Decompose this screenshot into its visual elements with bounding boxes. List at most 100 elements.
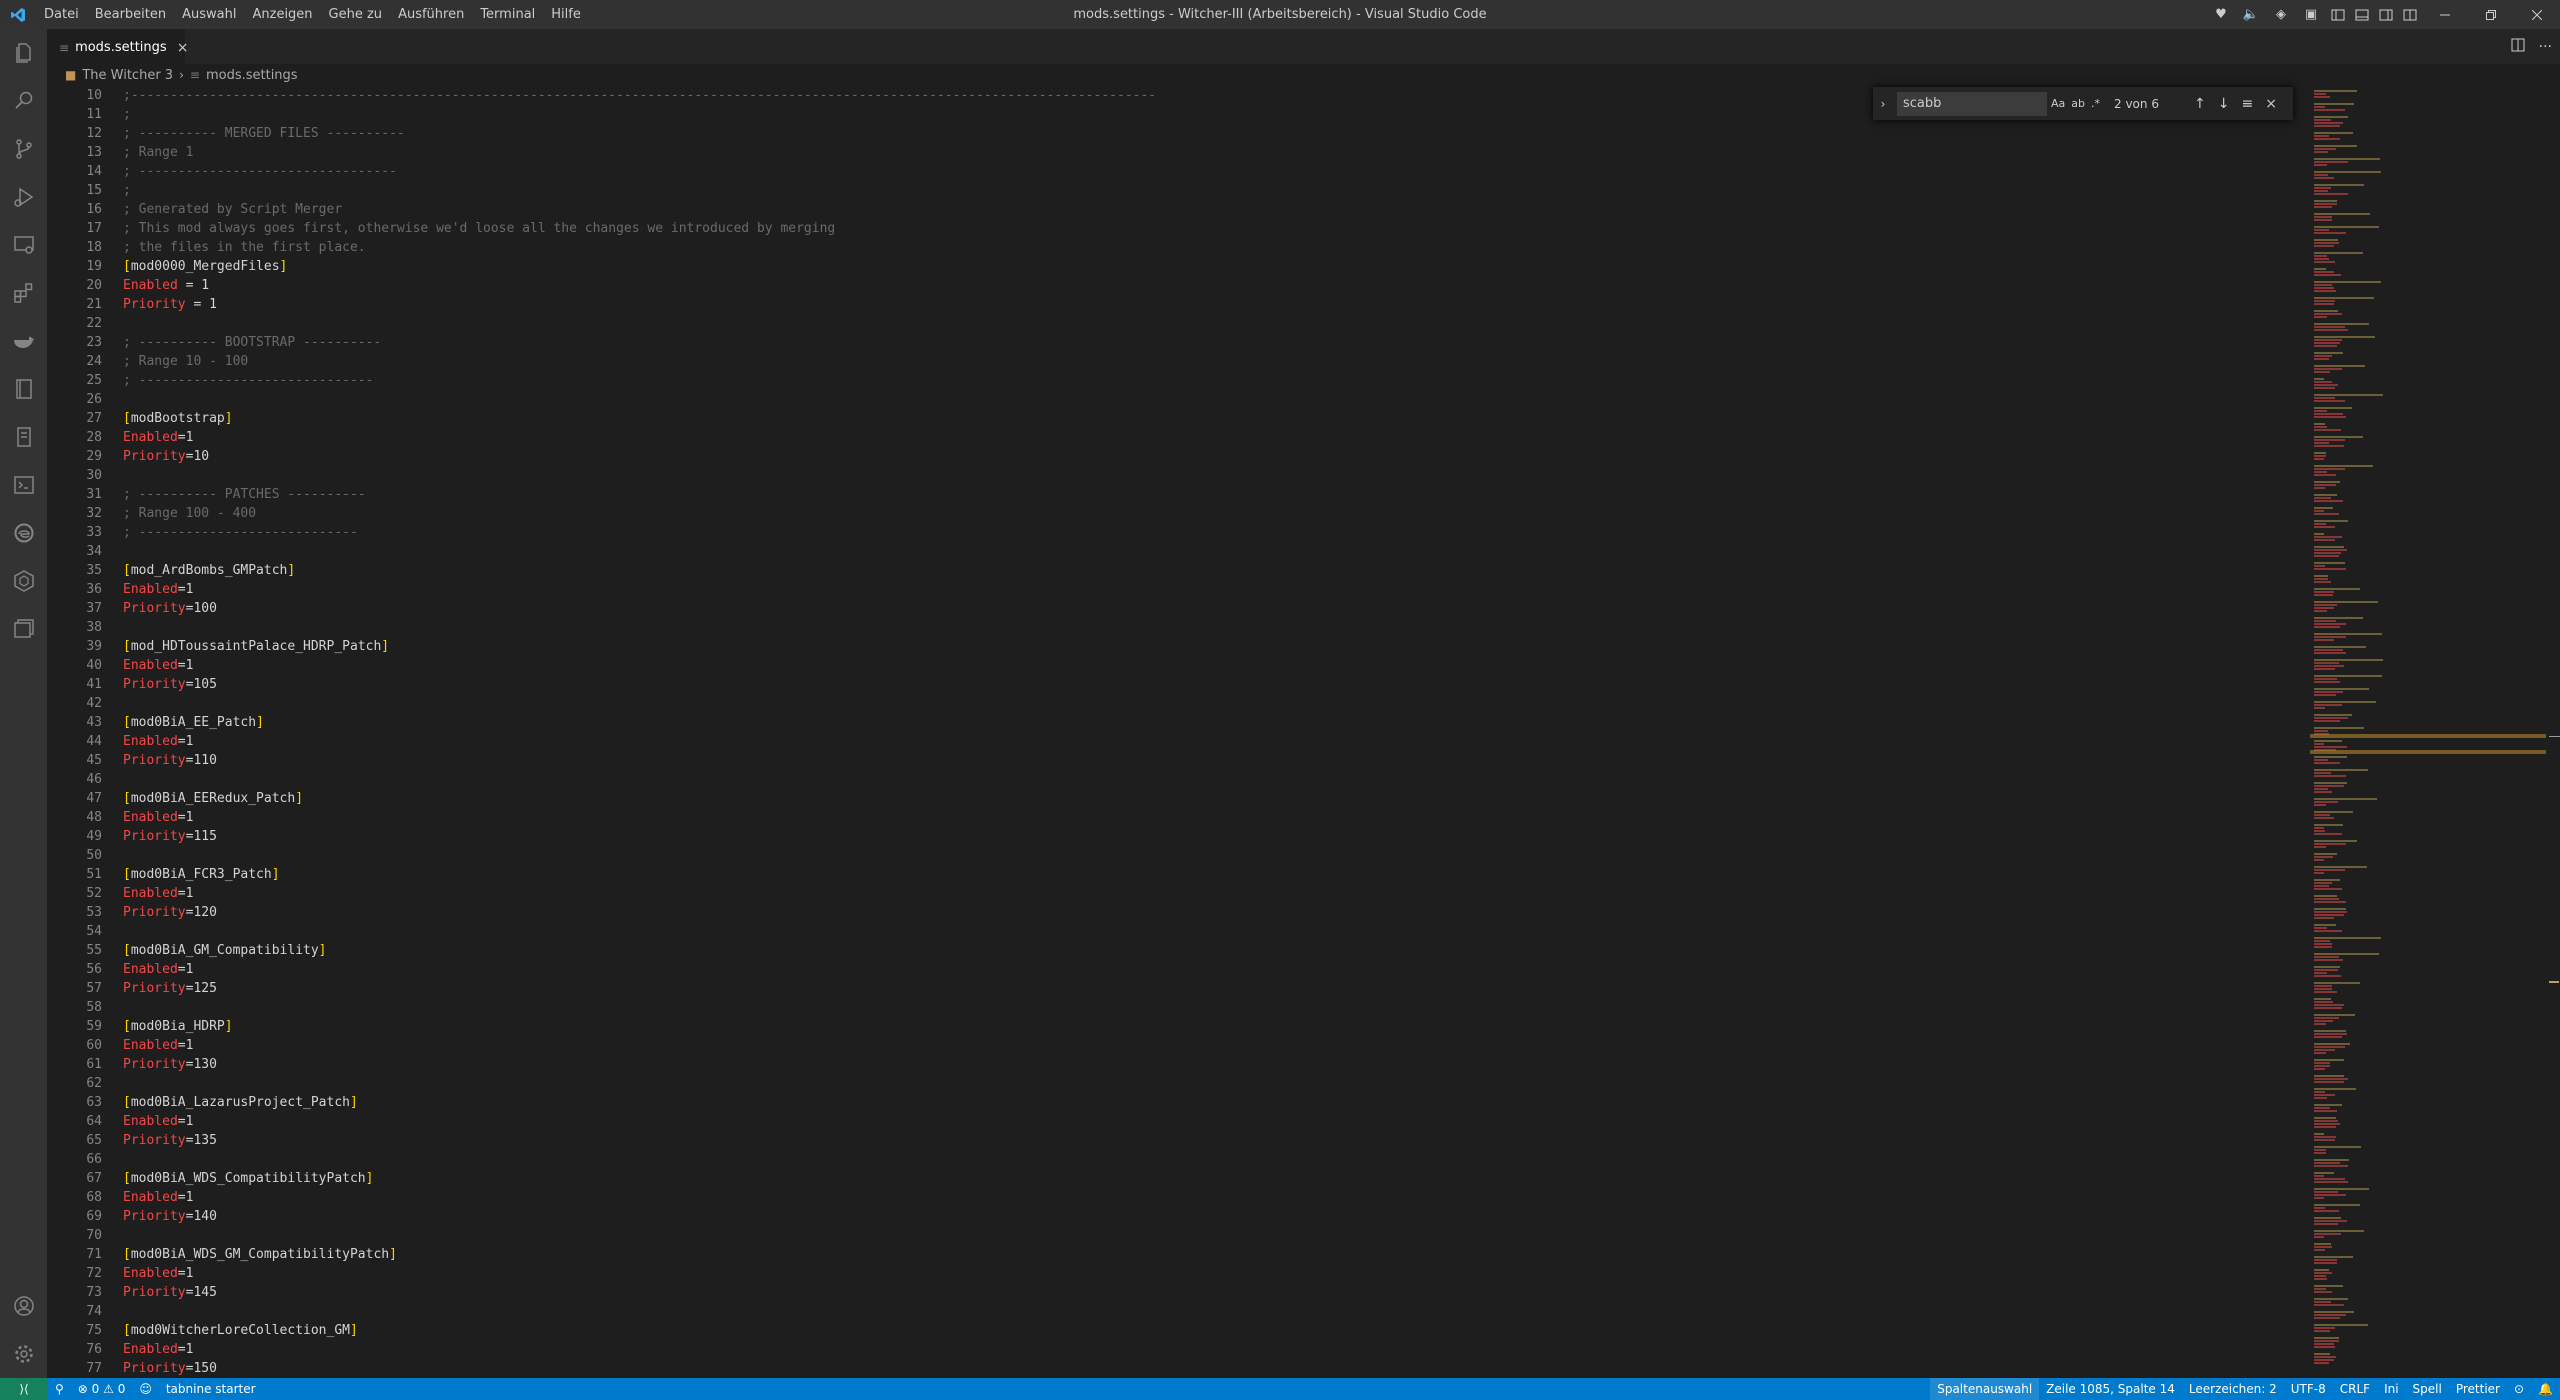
breadcrumb-file[interactable]: mods.settings: [206, 68, 298, 83]
code-line[interactable]: Enabled=1: [123, 1036, 1156, 1055]
code-line[interactable]: Priority=145: [123, 1283, 1156, 1302]
more-actions-icon[interactable]: ···: [2539, 39, 2552, 55]
code-line[interactable]: Priority=140: [123, 1207, 1156, 1226]
layout-sidebar-icon[interactable]: [2326, 0, 2350, 29]
remote-indicator-icon[interactable]: ⟩⟨: [0, 1378, 48, 1400]
menu-hilfe[interactable]: Hilfe: [543, 0, 589, 29]
code-line[interactable]: Priority=150: [123, 1359, 1156, 1378]
menu-ausfuehren[interactable]: Ausführen: [390, 0, 472, 29]
code-line[interactable]: Priority=135: [123, 1131, 1156, 1150]
minimap[interactable]: [2310, 86, 2550, 1378]
layout-secondary-icon[interactable]: [2374, 0, 2398, 29]
menu-terminal[interactable]: Terminal: [472, 0, 543, 29]
code-line[interactable]: ; the files in the first place.: [123, 238, 1156, 257]
terminal-icon[interactable]: [0, 461, 47, 509]
edge-browser-icon[interactable]: [0, 509, 47, 557]
notebook-icon[interactable]: [0, 365, 47, 413]
code-line[interactable]: Enabled=1: [123, 1188, 1156, 1207]
code-line[interactable]: Enabled=1: [123, 732, 1156, 751]
code-line[interactable]: ; Range 100 - 400: [123, 504, 1156, 523]
code-line[interactable]: Enabled = 1: [123, 276, 1156, 295]
docker-icon[interactable]: [0, 317, 47, 365]
code-line[interactable]: ; ---------------------------------: [123, 162, 1156, 181]
code-line[interactable]: Priority=10: [123, 447, 1156, 466]
code-line[interactable]: ; Generated by Script Merger: [123, 200, 1156, 219]
menu-datei[interactable]: Datei: [36, 0, 87, 29]
code-line[interactable]: ; Range 10 - 100: [123, 352, 1156, 371]
code-line[interactable]: [123, 314, 1156, 333]
code-line[interactable]: [mod0BiA_GM_Compatibility]: [123, 941, 1156, 960]
previous-match-arrow-up-icon[interactable]: ↑: [2194, 96, 2206, 112]
problems-indicator[interactable]: ⊗ 0 ⚠ 0: [71, 1378, 133, 1400]
heart-icon[interactable]: ♥: [2206, 0, 2236, 29]
code-line[interactable]: ;---------------------------------------…: [123, 86, 1156, 105]
code-line[interactable]: ;: [123, 181, 1156, 200]
code-line[interactable]: [123, 466, 1156, 485]
code-line[interactable]: [mod_HDToussaintPalace_HDRP_Patch]: [123, 637, 1156, 656]
code-line[interactable]: [mod0Bia_HDRP]: [123, 1017, 1156, 1036]
code-line[interactable]: Priority=130: [123, 1055, 1156, 1074]
tabnine-status[interactable]: tabnine starter: [159, 1378, 263, 1400]
notifications-bell-icon[interactable]: 🔔: [2531, 1378, 2560, 1400]
code-line[interactable]: [123, 618, 1156, 637]
testing-icon[interactable]: [0, 413, 47, 461]
menu-anzeigen[interactable]: Anzeigen: [244, 0, 320, 29]
code-editor[interactable]: 10 11 12 13 14 15 16 17 18 19 20 21 22 23 24 25 26 27 28 29…: [47, 86, 2297, 1378]
run-debug-icon[interactable]: [0, 173, 47, 221]
menu-bearbeiten[interactable]: Bearbeiten: [87, 0, 174, 29]
code-line[interactable]: [123, 1226, 1156, 1245]
breadcrumb-folder[interactable]: The Witcher 3: [82, 68, 173, 83]
restore-icon[interactable]: [2468, 0, 2514, 29]
end-of-line[interactable]: CRLF: [2333, 1378, 2377, 1400]
code-line[interactable]: [mod0BiA_WDS_CompatibilityPatch]: [123, 1169, 1156, 1188]
layout-customize-icon[interactable]: [2398, 0, 2422, 29]
close-window-icon[interactable]: [2514, 0, 2560, 29]
extensions-icon[interactable]: [0, 269, 47, 317]
find-in-selection-icon[interactable]: ≡: [2241, 96, 2253, 112]
code-line[interactable]: [mod0BiA_FCR3_Patch]: [123, 865, 1156, 884]
code-line[interactable]: [mod0000_MergedFiles]: [123, 257, 1156, 276]
match-case-icon[interactable]: Aa: [2051, 97, 2065, 110]
split-editor-icon[interactable]: [2511, 38, 2525, 56]
extension-icon[interactable]: ▣: [2296, 0, 2326, 29]
copilot-icon[interactable]: ◈: [2266, 0, 2296, 29]
feedback-icon[interactable]: ☺: [132, 1378, 159, 1400]
code-line[interactable]: Enabled=1: [123, 580, 1156, 599]
minimize-icon[interactable]: [2422, 0, 2468, 29]
code-line[interactable]: ; ------------------------------: [123, 371, 1156, 390]
code-line[interactable]: Enabled=1: [123, 960, 1156, 979]
code-line[interactable]: [123, 998, 1156, 1017]
code-line[interactable]: Priority = 1: [123, 295, 1156, 314]
vertical-scrollbar[interactable]: [2546, 86, 2560, 1378]
code-line[interactable]: Priority=100: [123, 599, 1156, 618]
code-line[interactable]: [modBootstrap]: [123, 409, 1156, 428]
code-line[interactable]: ; This mod always goes first, otherwise …: [123, 219, 1156, 238]
prettier-status[interactable]: Prettier: [2449, 1378, 2507, 1400]
code-line[interactable]: ;: [123, 105, 1156, 124]
code-line[interactable]: Priority=110: [123, 751, 1156, 770]
code-line[interactable]: [mod0BiA_EERedux_Patch]: [123, 789, 1156, 808]
code-line[interactable]: [123, 922, 1156, 941]
use-regex-icon[interactable]: .*: [2091, 97, 2100, 110]
match-whole-word-icon[interactable]: ab: [2071, 97, 2085, 110]
code-line[interactable]: [123, 390, 1156, 409]
find-input[interactable]: scabb: [1897, 91, 2047, 116]
layout-panel-icon[interactable]: [2350, 0, 2374, 29]
tab-close-icon[interactable]: ×: [177, 40, 189, 56]
cursor-position[interactable]: Zeile 1085, Spalte 14: [2039, 1378, 2182, 1400]
code-line[interactable]: Priority=105: [123, 675, 1156, 694]
indentation[interactable]: Leerzeichen: 2: [2182, 1378, 2284, 1400]
code-line[interactable]: [mod0BiA_EE_Patch]: [123, 713, 1156, 732]
code-line[interactable]: Enabled=1: [123, 1340, 1156, 1359]
source-control-icon[interactable]: [0, 125, 47, 173]
settings-gear-icon[interactable]: [0, 1330, 47, 1378]
language-mode[interactable]: Ini: [2377, 1378, 2405, 1400]
broadcast-icon[interactable]: ⊙: [2507, 1378, 2531, 1400]
code-line[interactable]: [123, 542, 1156, 561]
code-line[interactable]: Enabled=1: [123, 656, 1156, 675]
close-find-icon[interactable]: ×: [2265, 96, 2277, 112]
explorer-icon[interactable]: [0, 29, 47, 77]
encoding[interactable]: UTF-8: [2284, 1378, 2333, 1400]
code-line[interactable]: [123, 1302, 1156, 1321]
speaker-icon[interactable]: 🔈: [2236, 0, 2266, 29]
